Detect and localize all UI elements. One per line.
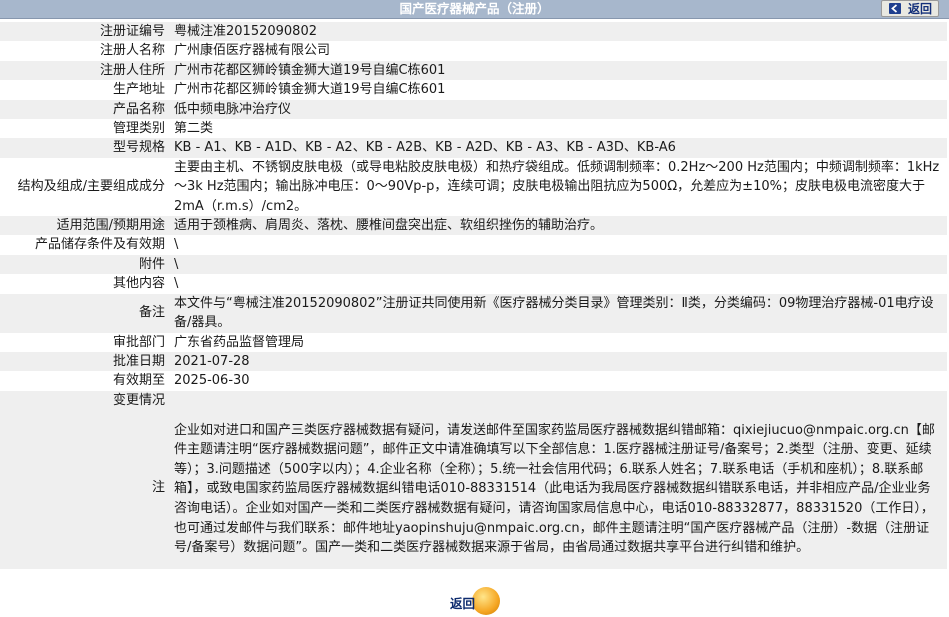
note-label-cell: 变更情况 注 [0, 390, 168, 569]
row-value: 广东省药品监督管理局 [168, 332, 947, 352]
row-note: 变更情况 注 企业如对进口和国产三类医疗器械数据有疑问，请发送邮件至国家药监局医… [0, 390, 947, 569]
row-value: 第二类 [168, 119, 947, 139]
row-label: 产品储存条件及有效期 [0, 235, 168, 255]
row-remarks: 备注 本文件与“粤械注准20152090802”注册证共同使用新《医疗器械分类目… [0, 293, 947, 333]
row-label: 产品名称 [0, 99, 168, 120]
row-label: 型号规格 [0, 138, 168, 158]
change-history-label: 变更情况 [112, 392, 165, 408]
row-value: 本文件与“粤械注准20152090802”注册证共同使用新《医疗器械分类目录》管… [168, 293, 947, 333]
row-label: 适用范围/预期用途 [0, 216, 168, 236]
row-model-spec: 型号规格 KB - A1、KB - A1D、KB - A2、KB - A2B、K… [0, 138, 947, 158]
row-production-address: 生产地址 广州市花都区狮岭镇金狮大道19号自编C栋601 [0, 80, 947, 100]
row-value: \ [168, 254, 947, 275]
row-label: 备注 [0, 293, 168, 333]
row-value: \ [168, 235, 947, 255]
row-label: 审批部门 [0, 332, 168, 352]
row-storage-validity: 产品储存条件及有效期 \ [0, 235, 947, 255]
row-management-category: 管理类别 第二类 [0, 119, 947, 139]
row-label: 有效期至 [0, 371, 168, 391]
row-registrant-address: 注册人住所 广州市花都区狮岭镇金狮大道19号自编C栋601 [0, 60, 947, 81]
row-label: 注册人住所 [0, 60, 168, 81]
row-label: 管理类别 [0, 119, 168, 139]
row-product-name: 产品名称 低中频电脉冲治疗仪 [0, 99, 947, 120]
row-label: 注册证编号 [0, 22, 168, 42]
note-label: 注 [151, 479, 165, 495]
row-label: 生产地址 [0, 80, 168, 100]
row-attachments: 附件 \ [0, 254, 947, 275]
row-label: 结构及组成/主要组成成分 [0, 157, 168, 217]
row-label: 附件 [0, 254, 168, 275]
row-value: 广州市花都区狮岭镇金狮大道19号自编C栋601 [168, 80, 947, 100]
row-value: 粤械注准20152090802 [168, 22, 947, 42]
back-arrow-icon [889, 3, 901, 14]
title-bar: 国产医疗器械产品（注册） 返回 [0, 0, 949, 19]
back-button-top[interactable]: 返回 [881, 0, 939, 17]
row-value: 2021-07-28 [168, 351, 947, 372]
page-title: 国产医疗器械产品（注册） [399, 1, 550, 16]
row-approval-date: 批准日期 2021-07-28 [0, 351, 947, 372]
row-value: 主要由主机、不锈钢皮肤电极（或导电粘胶皮肤电极）和热疗袋组成。低频调制频率：0.… [168, 157, 947, 217]
row-valid-until: 有效期至 2025-06-30 [0, 371, 947, 391]
row-registration-number: 注册证编号 粤械注准20152090802 [0, 22, 947, 42]
registration-info-table: 注册证编号 粤械注准20152090802 注册人名称 广州康佰医疗器械有限公司… [0, 22, 947, 569]
row-value: \ [168, 274, 947, 294]
row-label: 其他内容 [0, 274, 168, 294]
back-circle-icon [472, 587, 500, 615]
back-button-label: 返回 [908, 2, 933, 16]
row-value: 2025-06-30 [168, 371, 947, 391]
row-registrant-name: 注册人名称 广州康佰医疗器械有限公司 [0, 41, 947, 61]
row-value: 适用于颈椎病、肩周炎、落枕、腰椎间盘突出症、软组织挫伤的辅助治疗。 [168, 216, 947, 236]
row-approval-department: 审批部门 广东省药品监督管理局 [0, 332, 947, 352]
row-label: 批准日期 [0, 351, 168, 372]
row-label: 注册人名称 [0, 41, 168, 61]
row-value: KB - A1、KB - A1D、KB - A2、KB - A2B、KB - A… [168, 138, 947, 158]
row-intended-use: 适用范围/预期用途 适用于颈椎病、肩周炎、落枕、腰椎间盘突出症、软组织挫伤的辅助… [0, 216, 947, 236]
row-value: 广州康佰医疗器械有限公司 [168, 41, 947, 61]
row-value: 广州市花都区狮岭镇金狮大道19号自编C栋601 [168, 60, 947, 81]
back-button-bottom[interactable]: 返回 [446, 587, 506, 617]
row-structure-composition: 结构及组成/主要组成成分 主要由主机、不锈钢皮肤电极（或导电粘胶皮肤电极）和热疗… [0, 157, 947, 217]
row-value: 低中频电脉冲治疗仪 [168, 99, 947, 120]
row-other-content: 其他内容 \ [0, 274, 947, 294]
note-text: 企业如对进口和国产三类医疗器械数据有疑问，请发送邮件至国家药监局医疗器械数据纠错… [168, 390, 947, 569]
